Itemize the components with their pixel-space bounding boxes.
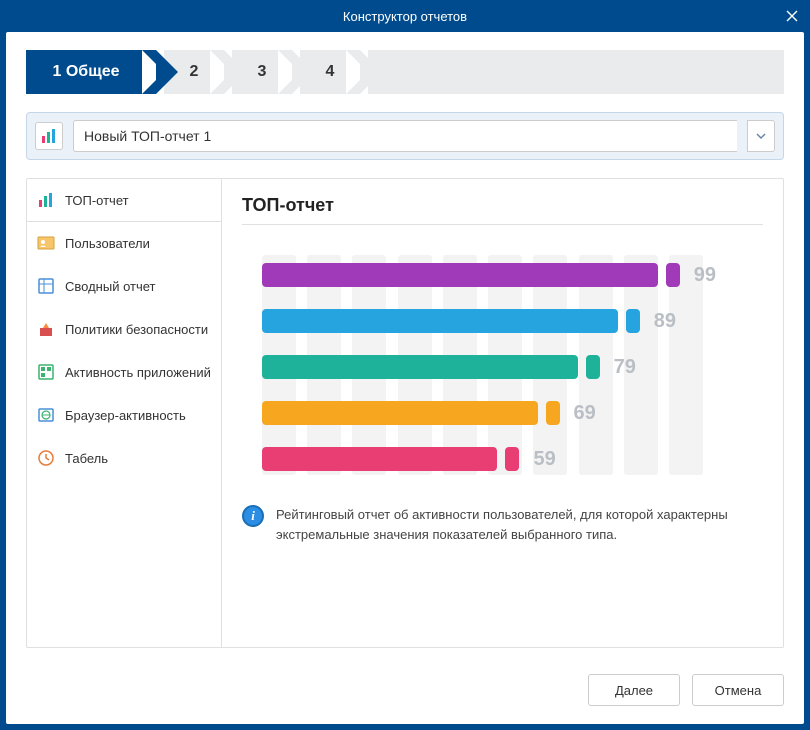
preview-description: Рейтинговый отчет об активности пользова… <box>276 505 763 544</box>
bar-value: 69 <box>574 402 596 425</box>
summary-icon <box>37 277 55 295</box>
chart-bars: 99 89 79 <box>262 255 763 471</box>
sidebar-item-label: Активность приложений <box>65 365 211 380</box>
dialog-content: 1 Общее 2 3 4 Новый ТОП-отчет 1 <box>6 32 804 724</box>
sidebar-item-users[interactable]: Пользователи <box>27 222 221 265</box>
divider <box>242 224 763 225</box>
bar-cap <box>505 447 519 471</box>
alert-icon <box>37 320 55 338</box>
report-name-row: Новый ТОП-отчет 1 <box>26 112 784 160</box>
sidebar-item-label: Пользователи <box>65 236 150 251</box>
wizard-stepper: 1 Общее 2 3 4 <box>26 50 784 94</box>
sidebar-item-top-report[interactable]: ТОП-отчет <box>27 179 221 222</box>
bar-row: 99 <box>262 263 763 287</box>
users-icon <box>37 234 55 252</box>
sidebar-item-label: Сводный отчет <box>65 279 156 294</box>
bar-row: 79 <box>262 355 763 379</box>
bar <box>262 355 578 379</box>
bar <box>262 263 658 287</box>
sidebar-item-label: Табель <box>65 451 108 466</box>
bar-row: 89 <box>262 309 763 333</box>
step-1-general[interactable]: 1 Общее <box>26 50 156 94</box>
chevron-down-icon <box>756 133 766 139</box>
dialog-window: Конструктор отчетов 1 Общее 2 3 4 Новый … <box>0 0 810 730</box>
bar-chart-icon <box>37 191 55 209</box>
main-area: ТОП-отчет Пользователи Сводный отчет Пол… <box>26 178 784 648</box>
dialog-footer: Далее Отмена <box>26 666 784 706</box>
clock-icon <box>37 449 55 467</box>
sidebar-item-summary[interactable]: Сводный отчет <box>27 265 221 308</box>
titlebar: Конструктор отчетов <box>0 0 810 32</box>
next-button[interactable]: Далее <box>588 674 680 706</box>
sidebar-item-timesheet[interactable]: Табель <box>27 437 221 480</box>
sidebar-item-security[interactable]: Политики безопасности <box>27 308 221 351</box>
window-title: Конструктор отчетов <box>343 9 467 24</box>
sidebar-item-label: Браузер-активность <box>65 408 186 423</box>
close-icon <box>786 10 798 22</box>
cancel-button[interactable]: Отмена <box>692 674 784 706</box>
bar-row: 69 <box>262 401 763 425</box>
bar-cap <box>626 309 640 333</box>
bar-cap <box>586 355 600 379</box>
report-name-dropdown[interactable] <box>747 120 775 152</box>
bar-cap <box>666 263 680 287</box>
bar-value: 89 <box>654 310 676 333</box>
bar <box>262 447 497 471</box>
report-preview: ТОП-отчет 99 <box>222 179 783 647</box>
bar-chart-icon <box>40 127 58 145</box>
report-type-icon <box>35 122 63 150</box>
bar <box>262 401 538 425</box>
close-button[interactable] <box>780 4 804 28</box>
bar-row: 59 <box>262 447 763 471</box>
preview-chart: 99 89 79 <box>242 245 763 475</box>
sidebar-item-browser[interactable]: Браузер-активность <box>27 394 221 437</box>
sidebar-item-apps[interactable]: Активность приложений <box>27 351 221 394</box>
preview-title: ТОП-отчет <box>242 195 763 216</box>
info-icon: i <box>242 505 264 527</box>
sidebar-item-label: Политики безопасности <box>65 322 208 337</box>
report-type-sidebar: ТОП-отчет Пользователи Сводный отчет Пол… <box>27 179 222 647</box>
stepper-fill <box>368 50 784 94</box>
bar <box>262 309 618 333</box>
browser-icon <box>37 406 55 424</box>
bar-value: 59 <box>533 448 555 471</box>
bar-value: 79 <box>614 356 636 379</box>
bar-cap <box>546 401 560 425</box>
bar-value: 99 <box>694 264 716 287</box>
report-name-input[interactable]: Новый ТОП-отчет 1 <box>73 120 737 152</box>
apps-icon <box>37 363 55 381</box>
preview-description-row: i Рейтинговый отчет об активности пользо… <box>242 505 763 544</box>
sidebar-item-label: ТОП-отчет <box>65 193 129 208</box>
